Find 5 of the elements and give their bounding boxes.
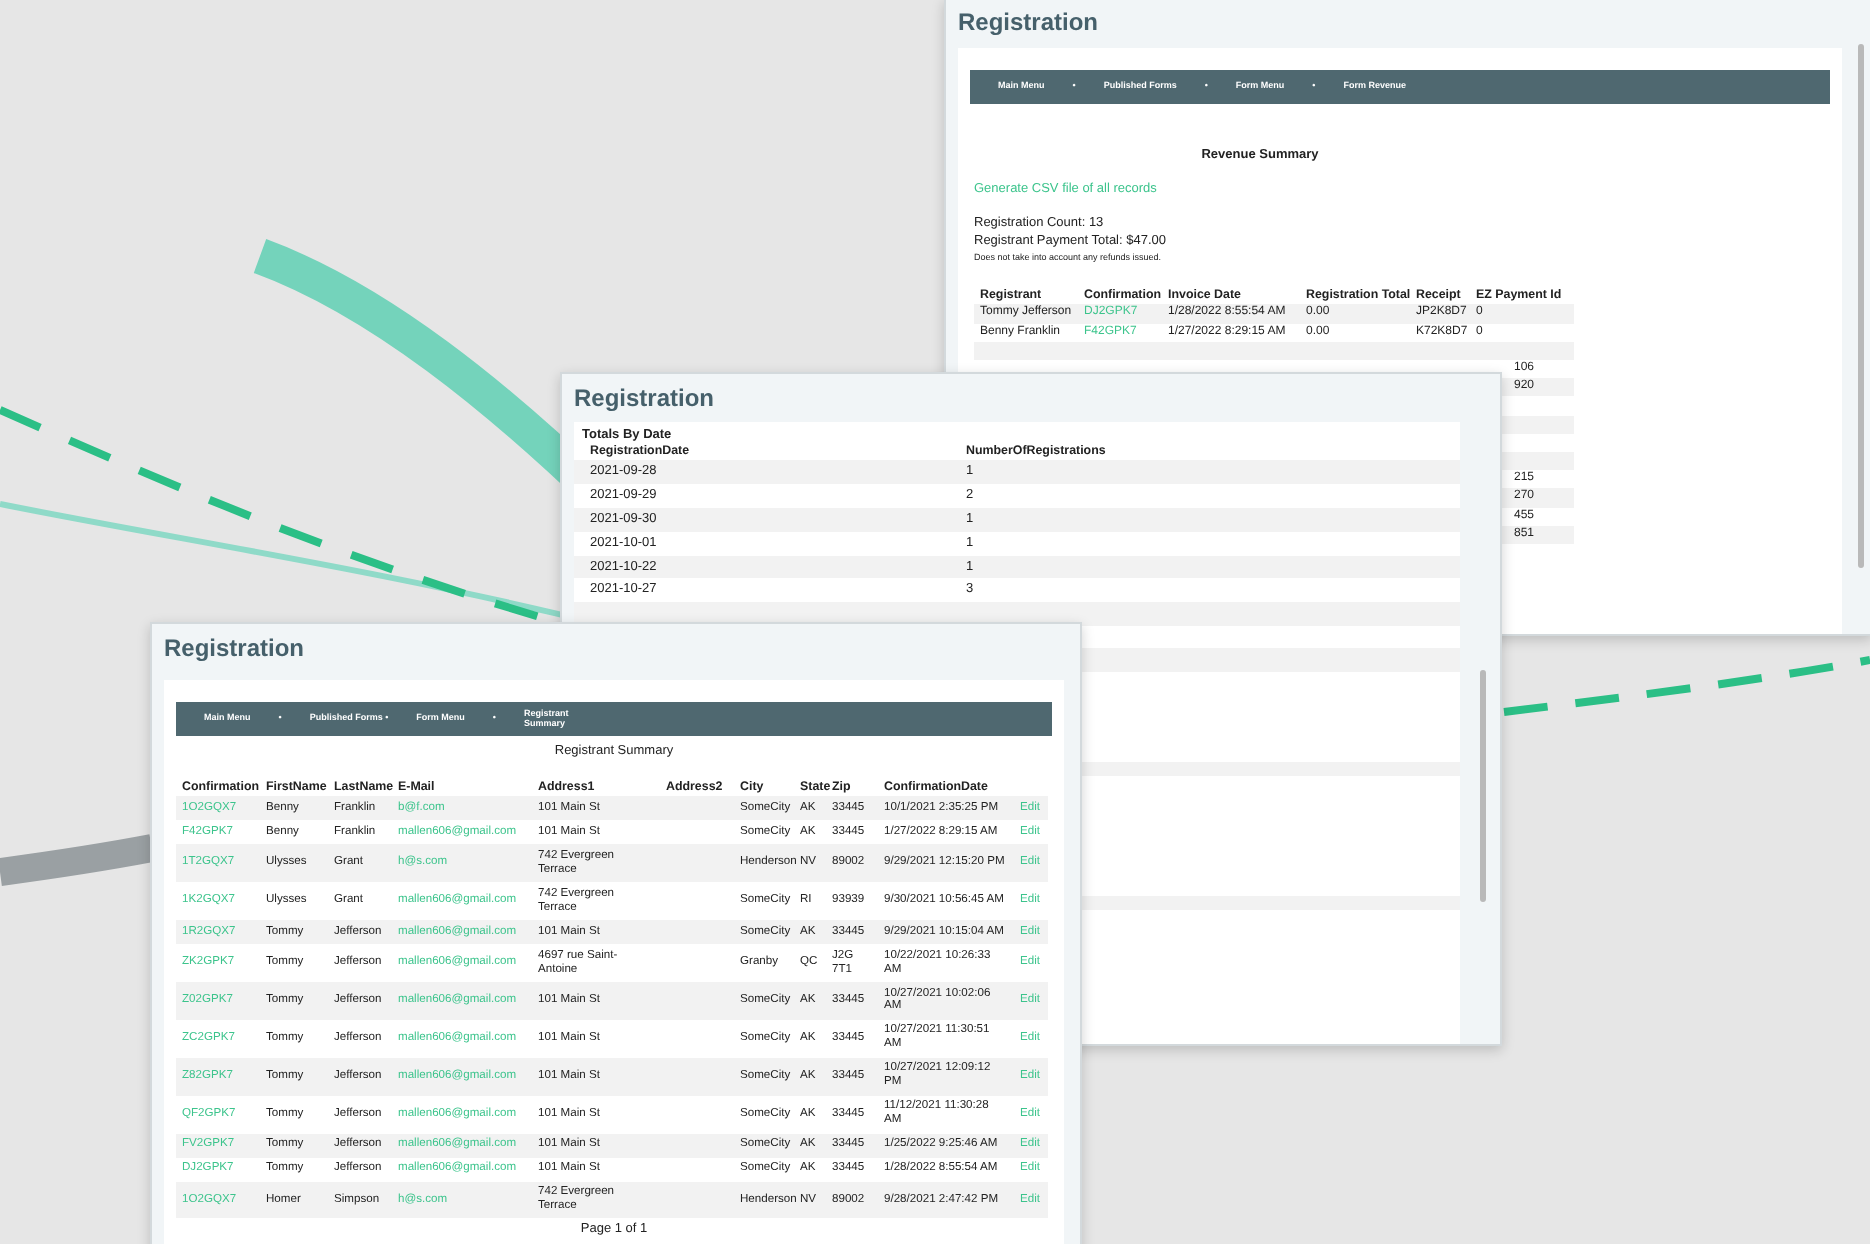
- window-title: Registration: [162, 632, 307, 666]
- scrollbar[interactable]: [1858, 44, 1864, 568]
- window-title: Registration: [956, 6, 1101, 40]
- scrollbar[interactable]: [1480, 670, 1486, 902]
- window-title: Registration: [572, 382, 717, 416]
